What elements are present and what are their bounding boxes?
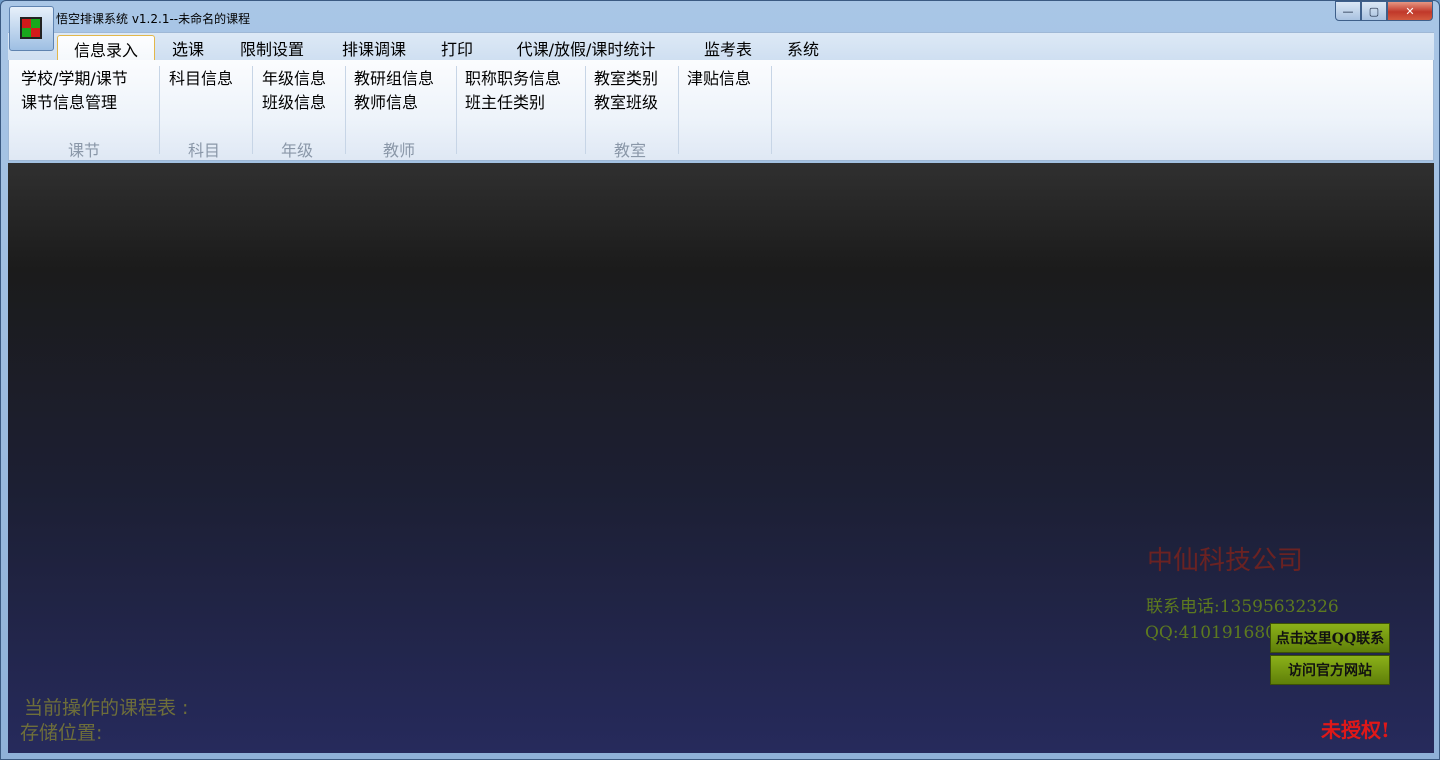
ribbon-item-school-term-period[interactable]: 学校/学期/课节 [21,65,128,89]
close-icon: ✕ [1405,4,1415,18]
app-window: 悟空排课系统 v1.2.1--未命名的课程 — ▢ ✕ 信息录入 选课 限制设置… [0,0,1440,760]
group-subjects: 科目信息 科目 [159,60,252,160]
current-schedule-label: 当前操作的课程表 : [24,697,189,719]
minimize-icon: — [1342,4,1354,18]
ribbon-panel: 学校/学期/课节 课节信息管理 课节 科目信息 科目 年级信息 班级信息 年级 … [8,60,1434,161]
tab-print[interactable]: 打印 [432,35,482,61]
group-label-grades: 年级 [281,141,314,160]
tab-info-entry[interactable]: 信息录入 [57,35,155,62]
unauthorized-label: 未授权! [1321,718,1390,742]
group-allowance: 津贴信息 [678,60,771,156]
tab-course-selection[interactable]: 选课 [163,35,213,61]
close-button[interactable]: ✕ [1387,1,1433,21]
tab-substitution-stats[interactable]: 代课/放假/课时统计 [501,35,671,61]
storage-location-label: 存储位置: [20,722,103,744]
tab-scheduling[interactable]: 排课调课 [331,35,417,61]
ribbon-item-class-info[interactable]: 班级信息 [262,89,326,113]
ribbon-item-teacher-info[interactable]: 教师信息 [354,89,418,113]
group-label-subjects: 科目 [188,141,221,160]
ribbon-item-classroom-class[interactable]: 教室班级 [594,89,658,113]
group-titles: 职称职务信息 班主任类别 [456,60,585,156]
group-teachers: 教研组信息 教师信息 教师 [345,60,456,160]
maximize-button[interactable]: ▢ [1361,1,1387,21]
ribbon-item-classroom-category[interactable]: 教室类别 [594,65,658,89]
title-bar[interactable]: 悟空排课系统 v1.2.1--未命名的课程 — ▢ ✕ [1,1,1439,31]
window-controls: — ▢ ✕ [1335,1,1433,21]
ribbon-item-allowance-info[interactable]: 津贴信息 [687,65,751,89]
group-periods: 学校/学期/课节 课节信息管理 课节 [9,60,159,160]
group-label-classrooms: 教室 [614,141,647,160]
minimize-button[interactable]: — [1335,1,1361,21]
contact-qq: QQ:410191680 [1145,623,1276,643]
ribbon-item-title-position-info[interactable]: 职称职务信息 [465,65,561,89]
app-menu-button[interactable] [9,6,54,51]
group-grades: 年级信息 班级信息 年级 [252,60,345,160]
qq-contact-button[interactable]: 点击这里QQ联系 [1270,623,1390,653]
group-label-periods: 课节 [68,141,101,160]
group-label-teachers: 教师 [383,141,416,160]
ribbon-item-head-teacher-category[interactable]: 班主任类别 [465,89,545,113]
tab-system[interactable]: 系统 [778,35,828,61]
window-title: 悟空排课系统 v1.2.1--未命名的课程 [56,12,251,26]
ribbon-tab-bar: 信息录入 选课 限制设置 排课调课 打印 代课/放假/课时统计 监考表 系统 [8,32,1434,62]
main-workspace: 中仙科技公司 联系电话:13595632326 QQ:410191680 点击这… [8,163,1434,753]
ribbon-item-teaching-group-info[interactable]: 教研组信息 [354,65,434,89]
ribbon-item-grade-info[interactable]: 年级信息 [262,65,326,89]
group-divider [771,66,772,154]
ribbon-item-period-management[interactable]: 课节信息管理 [21,89,117,113]
maximize-icon: ▢ [1368,4,1380,18]
tab-constraints[interactable]: 限制设置 [230,35,314,61]
visit-website-button[interactable]: 访问官方网站 [1270,655,1390,685]
contact-phone: 联系电话:13595632326 [1146,597,1339,617]
app-logo-icon [20,17,42,39]
group-classrooms: 教室类别 教室班级 教室 [585,60,678,160]
ribbon-item-subject-info[interactable]: 科目信息 [169,65,233,89]
company-name: 中仙科技公司 [1147,546,1304,576]
tab-exam-proctor[interactable]: 监考表 [696,35,760,61]
